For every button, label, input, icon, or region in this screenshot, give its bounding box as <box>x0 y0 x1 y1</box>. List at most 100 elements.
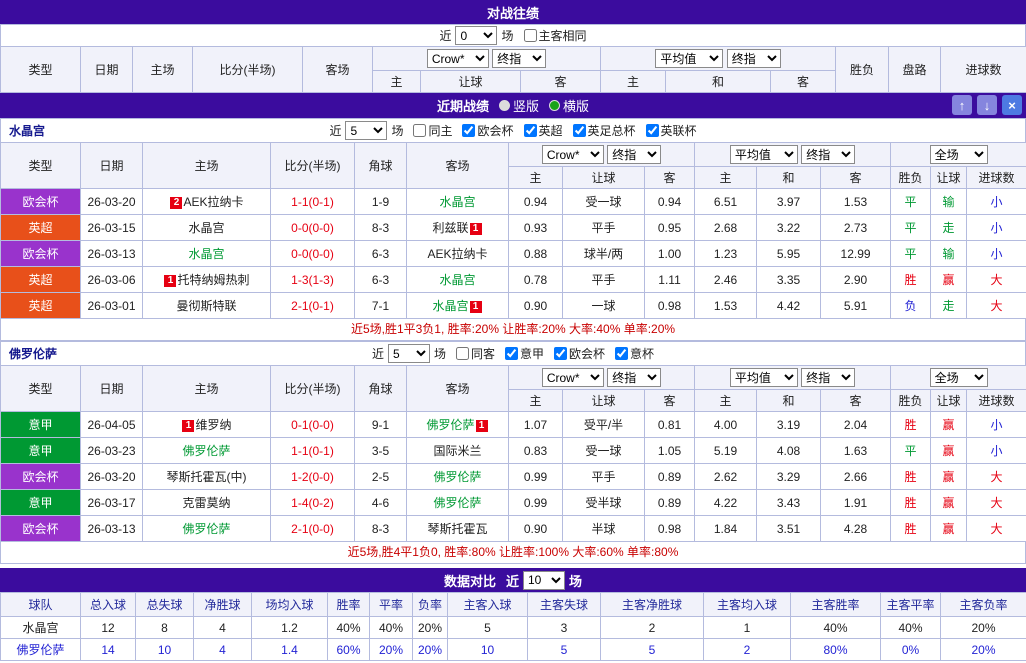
facup-checkbox[interactable] <box>573 124 586 137</box>
home-team-link[interactable]: 琴斯托霍瓦(中) <box>167 470 247 484</box>
asian-away-odds: 1.00 <box>645 241 695 267</box>
compare-col-ha-win-rate: 主客胜率 <box>791 593 881 617</box>
close-button[interactable]: × <box>1002 95 1022 115</box>
epl-checkbox[interactable] <box>524 124 537 137</box>
home-team-link[interactable]: 托特纳姆热刺 <box>177 273 249 287</box>
average-select[interactable]: 平均值 <box>730 145 798 164</box>
scope-select[interactable]: 全场 <box>930 145 988 164</box>
team1-table: 类型 日期 主场 比分(半场) 角球 客场 Crow* 终指 平均值 终指 全场 <box>0 142 1026 319</box>
team1-count-select[interactable]: 5 <box>345 121 387 140</box>
score-cell[interactable]: 1-3(1-3) <box>271 267 355 293</box>
col-asian-away: 客 <box>645 167 695 189</box>
move-down-button[interactable]: ↓ <box>977 95 997 115</box>
final-odds-select[interactable]: 终指 <box>492 49 546 68</box>
score-cell[interactable]: 1-1(0-1) <box>271 189 355 215</box>
filter-facup[interactable]: 英足总杯 <box>573 122 636 139</box>
home-team-link[interactable]: 克雷莫纳 <box>182 496 230 510</box>
coppa-checkbox[interactable] <box>615 347 628 360</box>
h2h-count-select[interactable]: 0 <box>455 26 497 45</box>
asian-handicap: 平手 <box>563 215 645 241</box>
same-home-checkbox[interactable] <box>413 124 426 137</box>
final-odds-select[interactable]: 终指 <box>727 49 781 68</box>
home-team-link[interactable]: 佛罗伦萨 <box>182 522 230 536</box>
team1-name-link[interactable]: 水晶宫 <box>9 122 45 139</box>
away-team-link[interactable]: 水晶宫 <box>439 195 475 209</box>
final-odds-select[interactable]: 终指 <box>801 368 855 387</box>
bookmaker-select[interactable]: Crow* <box>427 49 489 68</box>
score-cell[interactable]: 2-1(0-1) <box>271 293 355 319</box>
filter-same-away[interactable]: 同客 <box>456 345 495 362</box>
home-team-link[interactable]: 水晶宫 <box>188 221 224 235</box>
final-odds-select[interactable]: 终指 <box>607 368 661 387</box>
team2-count-select[interactable]: 5 <box>388 344 430 363</box>
move-up-button[interactable]: ↑ <box>952 95 972 115</box>
filter-uecl[interactable]: 欧会杯 <box>554 345 605 362</box>
team2-header-row-1: 类型 日期 主场 比分(半场) 角球 客场 Crow* 终指 平均值 终指 全场 <box>1 366 1026 390</box>
seriea-checkbox[interactable] <box>505 347 518 360</box>
bookmaker-select[interactable]: Crow* <box>542 368 604 387</box>
compare-team-name[interactable]: 水晶宫 <box>1 617 81 639</box>
filter-coppa[interactable]: 意杯 <box>615 345 654 362</box>
score-cell[interactable]: 1-2(0-0) <box>271 464 355 490</box>
uecl-checkbox[interactable] <box>554 347 567 360</box>
team2-summary: 近5场,胜4平1负0, 胜率:80% 让胜率:100% 大率:60% 单率:80… <box>0 542 1026 564</box>
h2h-table: 类型 日期 主场 比分(半场) 客场 Crow* 终指 平均值 终指 胜负 盘路… <box>0 46 1026 93</box>
scope-select[interactable]: 全场 <box>930 368 988 387</box>
score-cell[interactable]: 1-1(0-1) <box>271 438 355 464</box>
score-cell[interactable]: 0-0(0-0) <box>271 215 355 241</box>
home-team-link[interactable]: 水晶宫 <box>188 247 224 261</box>
average-select[interactable]: 平均值 <box>730 368 798 387</box>
away-team-link[interactable]: 佛罗伦萨 <box>433 496 481 510</box>
same-away-checkbox[interactable] <box>456 347 469 360</box>
compare-cell: 20% <box>370 639 413 661</box>
col-goals: 进球数 <box>941 47 1026 93</box>
eflcup-checkbox[interactable] <box>646 124 659 137</box>
bookmaker-select[interactable]: Crow* <box>542 145 604 164</box>
euro-home-odds: 4.00 <box>695 412 757 438</box>
handicap-result-cell: 走 <box>931 215 967 241</box>
home-team-link[interactable]: AEK拉纳卡 <box>183 195 243 209</box>
team2-name-link[interactable]: 佛罗伦萨 <box>9 345 57 362</box>
away-team-link[interactable]: 水晶宫 <box>432 299 468 313</box>
home-team-link[interactable]: 维罗纳 <box>195 418 231 432</box>
same-venue-option[interactable]: 主客相同 <box>524 27 587 44</box>
col-handicap-result: 让球 <box>931 390 967 412</box>
home-team-cell: 佛罗伦萨 <box>143 516 271 542</box>
home-team-link[interactable]: 曼彻斯特联 <box>176 299 236 313</box>
away-team-link[interactable]: 利兹联 <box>432 221 468 235</box>
score-cell[interactable]: 0-1(0-0) <box>271 412 355 438</box>
filter-seriea[interactable]: 意甲 <box>505 345 544 362</box>
away-team-link[interactable]: 佛罗伦萨 <box>433 470 481 484</box>
score-cell[interactable]: 2-1(0-0) <box>271 516 355 542</box>
compare-team-name[interactable]: 佛罗伦萨 <box>1 639 81 661</box>
compare-cell: 40% <box>791 617 881 639</box>
away-team-link[interactable]: 琴斯托霍瓦 <box>427 522 487 536</box>
layout-vertical-radio[interactable]: 竖版 <box>489 96 539 115</box>
asian-away-odds: 0.89 <box>645 464 695 490</box>
away-team-link[interactable]: AEK拉纳卡 <box>427 247 487 261</box>
scope-group: 全场 <box>891 366 1026 390</box>
final-odds-select[interactable]: 终指 <box>801 145 855 164</box>
away-team-link[interactable]: 佛罗伦萨 <box>426 418 474 432</box>
score-cell[interactable]: 1-4(0-2) <box>271 490 355 516</box>
uecl-checkbox[interactable] <box>462 124 475 137</box>
asian-away-odds: 0.98 <box>645 293 695 319</box>
filter-eflcup[interactable]: 英联杯 <box>646 122 697 139</box>
filter-same-home[interactable]: 同主 <box>413 122 452 139</box>
filter-epl[interactable]: 英超 <box>524 122 563 139</box>
compare-cell: 40% <box>370 617 413 639</box>
same-venue-checkbox[interactable] <box>524 29 537 42</box>
final-odds-select[interactable]: 终指 <box>607 145 661 164</box>
layout-horizontal-radio[interactable]: 横版 <box>539 96 589 115</box>
away-team-link[interactable]: 水晶宫 <box>439 273 475 287</box>
filter-label: 同客 <box>471 345 495 362</box>
col-goals: 进球数 <box>967 390 1026 412</box>
home-team-link[interactable]: 佛罗伦萨 <box>182 444 230 458</box>
filter-uecl[interactable]: 欧会杯 <box>462 122 513 139</box>
score-cell[interactable]: 0-0(0-0) <box>271 241 355 267</box>
away-team-link[interactable]: 国际米兰 <box>433 444 481 458</box>
compare-count-select[interactable]: 10 <box>523 571 565 590</box>
col-euro-away: 客 <box>821 390 891 412</box>
average-select[interactable]: 平均值 <box>655 49 723 68</box>
compare-cell: 10 <box>136 639 194 661</box>
